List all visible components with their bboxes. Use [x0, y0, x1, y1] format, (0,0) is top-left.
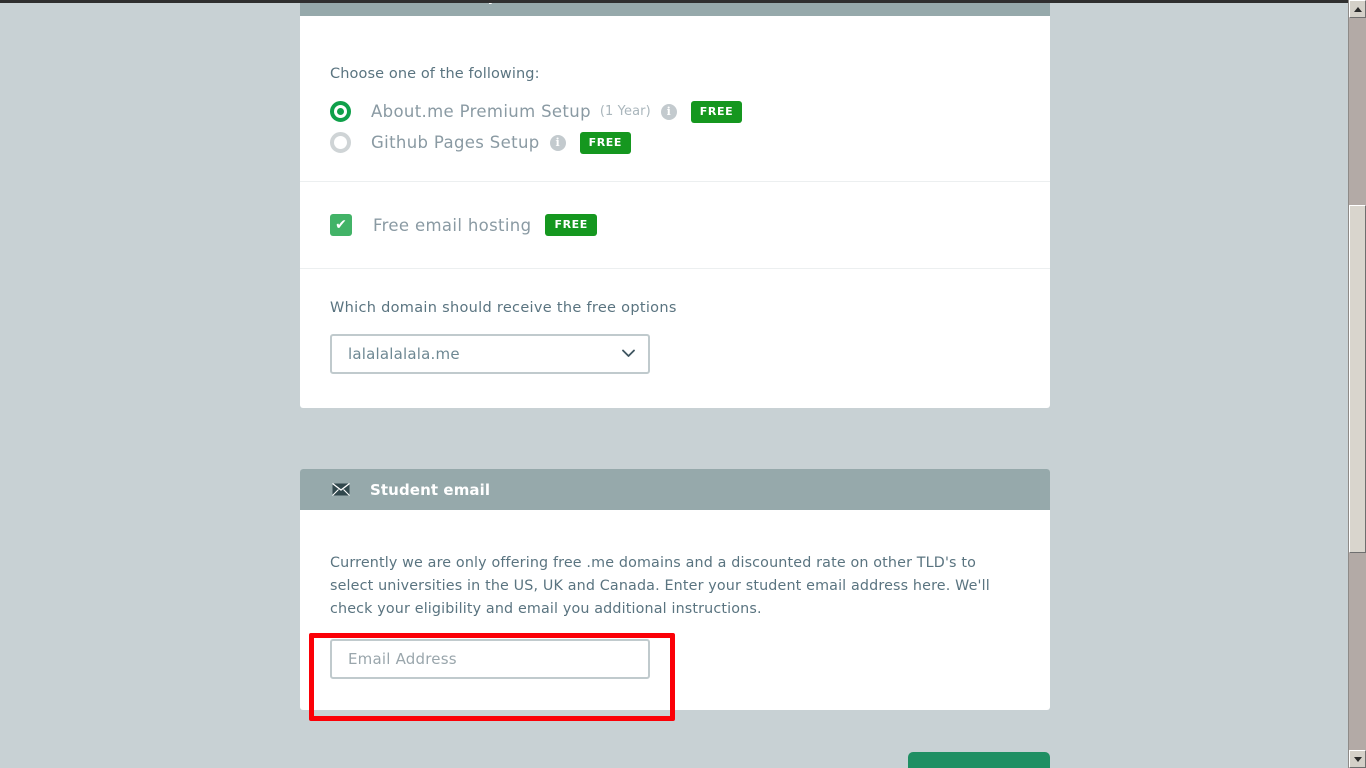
choose-free-options-body: Choose one of the following: About.me Pr… — [300, 16, 1050, 408]
wrench-icon — [330, 3, 352, 7]
free-badge: FREE — [545, 214, 597, 236]
domain-select-section: Which domain should receive the free opt… — [330, 269, 1020, 408]
option-duration-about-me: (1 Year) — [599, 104, 651, 119]
student-email-body: Currently we are only offering free .me … — [300, 524, 1050, 710]
option-label-github-pages: Github Pages Setup — [371, 133, 540, 152]
choose-free-options-header: Choose free options — [300, 3, 1050, 16]
scroll-up-arrow-icon — [1353, 6, 1362, 12]
radio-about-me-premium[interactable] — [330, 101, 351, 122]
card-title: Student email — [370, 480, 491, 499]
free-email-hosting-row[interactable]: ✔ Free email hosting FREE — [330, 182, 1020, 268]
choose-one-label: Choose one of the following: — [330, 66, 540, 82]
page-viewport: Choose free options Choose one of the fo… — [0, 3, 1348, 768]
scroll-up-button[interactable] — [1349, 0, 1366, 18]
email-input-placeholder: Email Address — [348, 650, 457, 669]
email-input[interactable]: Email Address — [330, 639, 650, 680]
free-badge: FREE — [690, 100, 743, 123]
envelope-icon — [330, 479, 352, 501]
domain-select[interactable]: lalalalalala.me — [330, 334, 650, 374]
card-title: Choose free options — [370, 3, 541, 5]
chevron-down-icon — [622, 348, 635, 361]
student-email-card: Student email Currently we are only offe… — [300, 469, 1050, 711]
choose-free-options-card: Choose free options Choose one of the fo… — [300, 3, 1050, 408]
scroll-down-button[interactable] — [1349, 750, 1366, 768]
scrollbar-thumb[interactable] — [1349, 205, 1366, 553]
email-input-wrapper: Email Address — [330, 639, 1020, 680]
free-badge: FREE — [579, 131, 632, 154]
option-row-about-me[interactable]: About.me Premium Setup (1 Year) i FREE — [330, 96, 1020, 127]
student-email-header: Student email — [300, 469, 1050, 510]
checkbox-label-free-email-hosting: Free email hosting — [373, 215, 532, 235]
option-row-github-pages[interactable]: Github Pages Setup i FREE — [330, 127, 1020, 158]
student-email-description: Currently we are only offering free .me … — [330, 555, 990, 618]
scroll-down-arrow-icon — [1353, 756, 1362, 762]
radio-github-pages[interactable] — [330, 132, 351, 153]
domain-select-value: lalalalalala.me — [348, 345, 460, 363]
finish-up-button[interactable]: Finish Up — [908, 752, 1050, 768]
info-icon[interactable]: i — [660, 103, 677, 120]
info-icon[interactable]: i — [549, 134, 566, 151]
domain-select-label: Which domain should receive the free opt… — [330, 300, 677, 316]
checkbox-free-email-hosting[interactable]: ✔ — [330, 214, 352, 236]
option-label-about-me: About.me Premium Setup — [371, 102, 591, 121]
vertical-scrollbar[interactable] — [1348, 0, 1366, 768]
